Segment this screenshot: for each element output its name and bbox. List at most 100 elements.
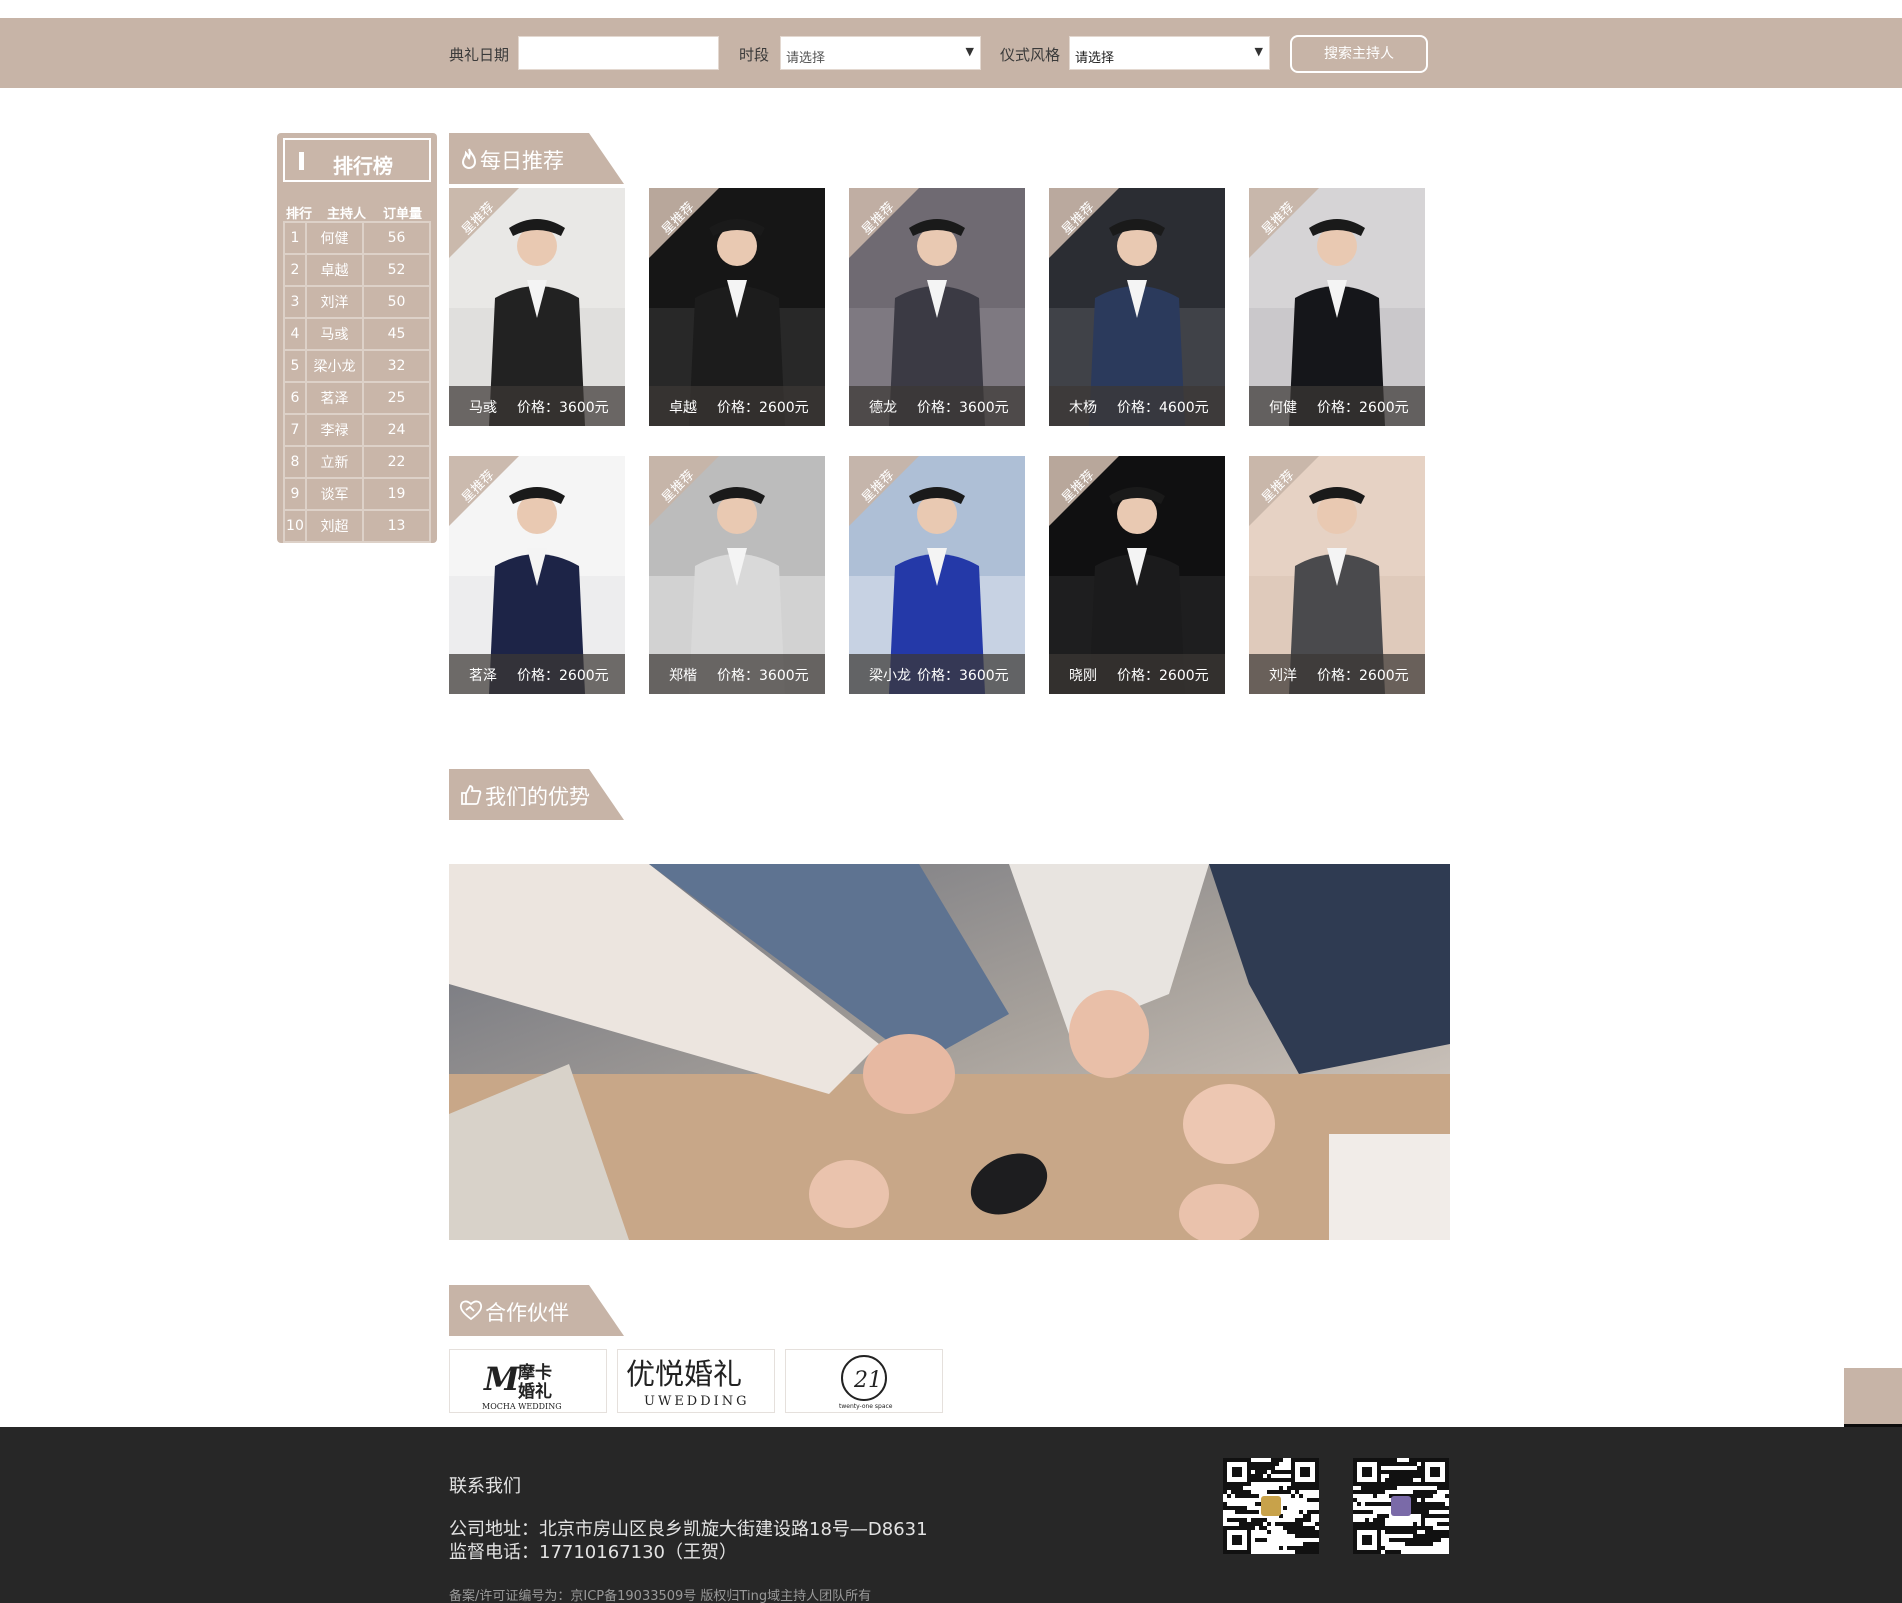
host-name: 茗泽 <box>469 668 497 684</box>
host-card[interactable]: 星推荐 德龙 价格： 3600元 <box>849 188 1025 426</box>
svg-text:优悦婚礼: 优悦婚礼 <box>626 1357 742 1391</box>
host-price: 3600元 <box>559 400 609 416</box>
host-caption: 马彧 价格： 3600元 <box>449 386 625 426</box>
ranking-row: 5 梁小龙 32 <box>283 349 431 383</box>
host-caption: 郑楷 价格： 3600元 <box>649 654 825 694</box>
ranking-host-name[interactable]: 立新 <box>304 445 365 479</box>
thumbs-up-icon <box>461 785 482 805</box>
price-label: 价格： <box>1117 668 1159 684</box>
style-select-value: 请选择 <box>1075 51 1115 66</box>
style-select[interactable]: 请选择 ▼ <box>1069 36 1270 70</box>
price-label: 价格： <box>917 400 959 416</box>
ranking-rank: 9 <box>283 477 307 511</box>
ranking-host-name[interactable]: 李禄 <box>304 413 365 447</box>
host-card[interactable]: 星推荐 茗泽 价格： 2600元 <box>449 456 625 694</box>
ranking-rank: 2 <box>283 253 307 287</box>
host-caption: 茗泽 价格： 2600元 <box>449 654 625 694</box>
host-price: 2600元 <box>759 400 809 416</box>
ranking-orders: 45 <box>362 317 431 351</box>
ranking-orders: 25 <box>362 381 431 415</box>
ranking-orders: 19 <box>362 477 431 511</box>
ranking-host-name[interactable]: 谈军 <box>304 477 365 511</box>
price-label: 价格： <box>717 668 759 684</box>
col-host: 主持人 <box>327 207 367 222</box>
chevron-down-icon: ▼ <box>965 45 974 58</box>
ranking-columns: 排行 主持人 订单量 <box>283 203 431 222</box>
ranking-host-name[interactable]: 刘超 <box>304 509 365 543</box>
price-label: 价格： <box>1117 400 1159 416</box>
ranking-rank: 8 <box>283 445 307 479</box>
ranking-orders: 22 <box>362 445 431 479</box>
host-caption: 刘洋 价格： 2600元 <box>1249 654 1425 694</box>
host-card[interactable]: 星推荐 晓刚 价格： 2600元 <box>1049 456 1225 694</box>
host-price: 4600元 <box>1159 400 1209 416</box>
partner-logo-uwedding[interactable]: 优悦婚礼 UWEDDING <box>617 1349 775 1413</box>
price-label: 价格： <box>717 400 759 416</box>
advantage-tab: 我们的优势 <box>449 769 624 820</box>
ranking-row: 9 谈军 19 <box>283 477 431 511</box>
host-card[interactable]: 星推荐 木杨 价格： 4600元 <box>1049 188 1225 426</box>
top-strip <box>0 0 1902 18</box>
host-caption: 木杨 价格： 4600元 <box>1049 386 1225 426</box>
host-card[interactable]: 星推荐 马彧 价格： 3600元 <box>449 188 625 426</box>
ranking-row: 6 茗泽 25 <box>283 381 431 415</box>
chevron-down-icon: ▼ <box>1254 45 1263 58</box>
ranking-host-name[interactable]: 卓越 <box>304 253 365 287</box>
search-host-button[interactable]: 搜索主持人 <box>1290 35 1428 73</box>
search-bar: 典礼日期 时段 请选择 ▼ 仪式风格 请选择 ▼ 搜索主持人 <box>0 18 1902 88</box>
ranking-orders: 50 <box>362 285 431 319</box>
partners-tab: 合作伙伴 <box>449 1285 624 1336</box>
ranking-orders: 32 <box>362 349 431 383</box>
supervision-phone: 监督电话：17710167130（王贺） <box>449 1542 737 1563</box>
host-name: 郑楷 <box>669 668 697 684</box>
uwedding-logo: 优悦婚礼 UWEDDING <box>626 1357 747 1409</box>
svg-text:21: 21 <box>853 1368 882 1393</box>
ranking-host-name[interactable]: 梁小龙 <box>304 349 365 383</box>
host-card[interactable]: 星推荐 郑楷 价格： 3600元 <box>649 456 825 694</box>
period-label: 时段 <box>739 46 770 64</box>
ranking-rank: 10 <box>283 509 307 543</box>
page: 典礼日期 时段 请选择 ▼ 仪式风格 请选择 ▼ 搜索主持人 排行榜 排行 主持… <box>0 0 1902 1603</box>
ranking-host-name[interactable]: 马彧 <box>304 317 365 351</box>
handshake-heart-icon <box>459 1300 483 1321</box>
host-caption: 何健 价格： 2600元 <box>1249 386 1425 426</box>
advantage-title: 我们的优势 <box>485 785 590 809</box>
price-label: 价格： <box>1317 400 1359 416</box>
ranking-row: 3 刘洋 50 <box>283 285 431 319</box>
ranking-host-name[interactable]: 茗泽 <box>304 381 365 415</box>
ranking-rank: 1 <box>283 221 307 255</box>
host-name: 刘洋 <box>1269 668 1297 684</box>
icp-notice[interactable]: 备案/许可证编号为：京ICP备19033509号 版权归Ting域主持人团队所有 <box>449 1585 871 1603</box>
qr-code-left <box>1223 1458 1319 1554</box>
ranking-rank: 4 <box>283 317 307 351</box>
price-label: 价格： <box>517 400 559 416</box>
host-card[interactable]: 星推荐 梁小龙 价格： 3600元 <box>849 456 1025 694</box>
host-price: 3600元 <box>959 668 1009 684</box>
host-card[interactable]: 星推荐 何健 价格： 2600元 <box>1249 188 1425 426</box>
period-select[interactable]: 请选择 ▼ <box>780 36 981 70</box>
host-price: 2600元 <box>1359 668 1409 684</box>
partner-logo-mocha[interactable]: M 摩卡 婚礼 MOCHA WEDDING <box>449 1349 607 1413</box>
ranking-rank: 7 <box>283 413 307 447</box>
ranking-host-name[interactable]: 刘洋 <box>304 285 365 319</box>
price-label: 价格： <box>917 668 959 684</box>
partner-logo-twentyone[interactable]: 21 twenty-one space <box>785 1349 943 1413</box>
date-input[interactable] <box>518 36 719 70</box>
host-card[interactable]: 星推荐 刘洋 价格： 2600元 <box>1249 456 1425 694</box>
ranking-host-name[interactable]: 何健 <box>304 221 365 255</box>
style-label: 仪式风格 <box>1000 46 1061 64</box>
contact-title: 联系我们 <box>449 1476 521 1497</box>
ranking-rank: 3 <box>283 285 307 319</box>
host-price: 3600元 <box>759 668 809 684</box>
host-price: 2600元 <box>1159 668 1209 684</box>
ranking-row: 8 立新 22 <box>283 445 431 479</box>
footer: 联系我们 公司地址：北京市房山区良乡凯旋大街建设路18号—D8631 监督电话：… <box>0 1427 1902 1603</box>
col-rank: 排行 <box>286 207 313 222</box>
host-caption: 梁小龙 价格： 3600元 <box>849 654 1025 694</box>
ranking-row: 2 卓越 52 <box>283 253 431 287</box>
host-name: 何健 <box>1269 400 1297 416</box>
ranking-table: 1 何健 56 2 卓越 52 3 刘洋 50 4 马彧 45 5 梁小龙 32 6 茗泽 25 7 李禄 24 8 立新 2… <box>283 221 431 543</box>
ranking-bar-icon <box>299 152 304 170</box>
host-card[interactable]: 星推荐 卓越 价格： 2600元 <box>649 188 825 426</box>
ranking-orders: 52 <box>362 253 431 287</box>
